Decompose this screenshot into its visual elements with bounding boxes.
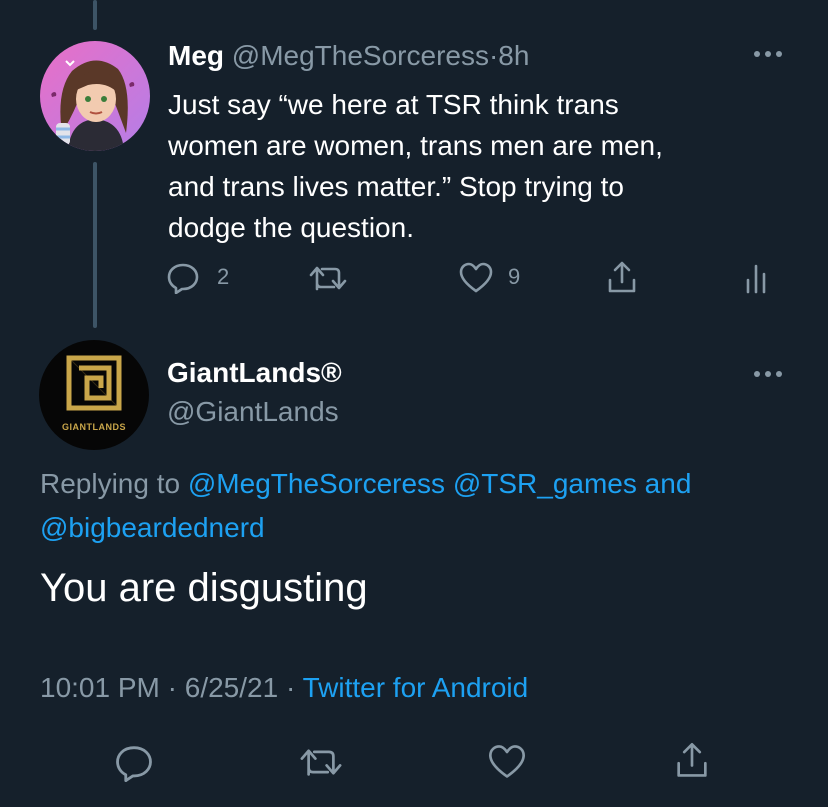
reply-icon[interactable] (166, 262, 200, 294)
tweet-text-line: women are women, trans men are men, (168, 130, 663, 161)
giantlands-handle[interactable]: @GiantLands (167, 396, 339, 428)
more-icon[interactable] (752, 46, 784, 62)
giantlands-display-name[interactable]: GiantLands® (167, 357, 342, 389)
main-tweet-text: You are disgusting (40, 566, 368, 610)
meg-display-name[interactable]: Meg (168, 40, 224, 71)
share-icon[interactable] (674, 741, 710, 781)
more-icon[interactable] (752, 366, 784, 382)
like-icon[interactable] (458, 262, 494, 294)
tweet-text-line: and trans lives matter.” Stop trying to (168, 171, 624, 202)
tweet-time[interactable]: 10:01 PM (40, 672, 160, 703)
thread-line-top (93, 0, 97, 30)
mention-tsr-games[interactable]: @TSR_games (453, 468, 637, 499)
thread-line-bottom (93, 162, 97, 328)
tweet-date[interactable]: 6/25/21 (185, 672, 278, 703)
timestamp-dot: · (167, 672, 177, 703)
meg-tweet-time[interactable]: 8h (498, 40, 529, 71)
replying-prefix: Replying to (40, 468, 181, 499)
mention-bigbeardednerd[interactable]: @bigbeardednerd (40, 512, 265, 543)
tweet-timestamp: 10:01 PM · 6/25/21 · Twitter for Android (40, 672, 528, 704)
replying-and[interactable]: and (645, 468, 692, 499)
parent-header: Meg @MegTheSorceress·8h (168, 40, 529, 72)
time-separator: · (488, 40, 499, 71)
reply-count: 2 (217, 264, 230, 289)
meg-avatar[interactable] (40, 41, 150, 151)
retweet-icon[interactable] (298, 744, 344, 780)
retweet-icon[interactable] (308, 262, 348, 294)
giantlands-logo-text: GIANTLANDS (62, 422, 126, 432)
tweet-text-line: dodge the question. (168, 212, 414, 243)
analytics-icon[interactable] (744, 262, 768, 294)
mention-megthesorceress[interactable]: @MegTheSorceress (188, 468, 445, 499)
tweet-source[interactable]: Twitter for Android (303, 672, 529, 703)
reply-icon[interactable] (114, 744, 154, 782)
source-dot: · (285, 672, 296, 703)
tweet-text-line: Just say “we here at TSR think trans (168, 89, 619, 120)
meg-handle[interactable]: @MegTheSorceress (232, 40, 489, 71)
replying-to: Replying to @MegTheSorceress @TSR_games … (40, 462, 800, 550)
like-count: 9 (508, 264, 521, 289)
share-icon[interactable] (606, 260, 638, 296)
like-icon[interactable] (487, 744, 527, 780)
giantlands-avatar[interactable]: GIANTLANDS (39, 340, 149, 450)
parent-tweet-text: Just say “we here at TSR think trans wom… (168, 84, 663, 248)
